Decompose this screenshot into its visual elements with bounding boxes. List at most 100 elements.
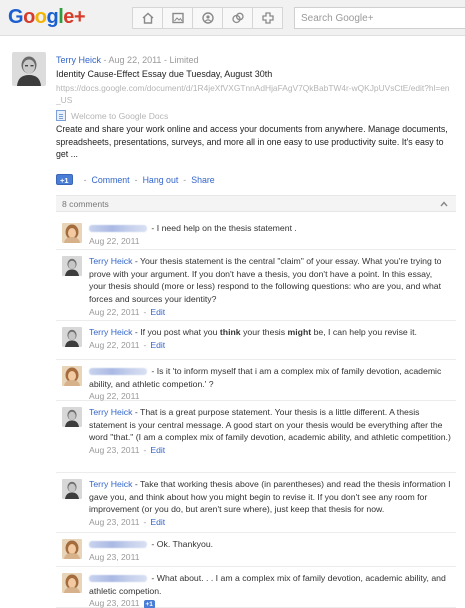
- google-plus-logo[interactable]: Google+: [8, 6, 86, 29]
- post-date[interactable]: Aug 22, 2011: [109, 55, 162, 65]
- edit-comment-link[interactable]: Edit: [150, 340, 165, 350]
- comment-dash: -: [134, 256, 138, 266]
- search-input[interactable]: [294, 7, 465, 29]
- post-title: Identity Cause-Effect Essay due Tuesday,…: [56, 69, 273, 79]
- redacted-author-name[interactable]: [89, 225, 147, 233]
- student-avatar[interactable]: [62, 539, 82, 559]
- comment-body: Terry Heick - If you post what you think…: [89, 326, 451, 351]
- comment-item: - I need help on the thesis statement . A…: [56, 217, 456, 250]
- comment-dash: -: [151, 366, 155, 376]
- comment-text-part: your thesis: [240, 327, 288, 337]
- comment-dash: -: [134, 327, 138, 337]
- plus-one-button[interactable]: +1: [56, 174, 73, 185]
- comment-meta: Aug 23, 2011- Edit: [89, 444, 451, 457]
- comment-item: - Is it 'to inform myself that i am a co…: [56, 360, 456, 401]
- comment-date[interactable]: Aug 22, 2011: [89, 340, 140, 350]
- comment-body: - Is it 'to inform myself that i am a co…: [89, 365, 451, 403]
- teacher-avatar[interactable]: [62, 327, 82, 347]
- edit-comment-link[interactable]: Edit: [150, 517, 165, 527]
- circles-button[interactable]: [222, 7, 253, 29]
- comment-date[interactable]: Aug 23, 2011: [89, 598, 140, 608]
- student-avatar[interactable]: [62, 573, 82, 593]
- teacher-avatar[interactable]: [62, 479, 82, 499]
- comment-dash: -: [151, 573, 155, 583]
- comment-text: I need help on the thesis statement .: [156, 223, 297, 233]
- comment-meta-dash: -: [143, 306, 147, 317]
- comment-item: - Ok. Thankyou. Aug 23, 2011: [56, 533, 456, 567]
- collapse-comments-icon[interactable]: [440, 200, 448, 208]
- comment-link[interactable]: Comment: [92, 175, 130, 185]
- comment-text-part: think: [219, 327, 241, 337]
- comment-meta-dash: -: [143, 517, 147, 528]
- redacted-author-name[interactable]: [89, 575, 147, 583]
- comment-text-part: might: [287, 327, 312, 337]
- author-avatar[interactable]: [12, 52, 46, 86]
- edit-comment-link[interactable]: Edit: [150, 445, 165, 455]
- attached-doc-description: Create and share your work online and ac…: [56, 124, 448, 160]
- comment-dash: -: [134, 407, 138, 417]
- home-button[interactable]: [132, 7, 163, 29]
- games-button[interactable]: [252, 7, 283, 29]
- comment-author-link[interactable]: Terry Heick: [89, 479, 132, 489]
- comment-dash: -: [151, 223, 155, 233]
- student-avatar[interactable]: [62, 223, 82, 243]
- comment-text: Your thesis statement is the central "cl…: [89, 256, 442, 305]
- comment-text: Ok. Thankyou.: [156, 539, 214, 549]
- student-avatar[interactable]: [62, 366, 82, 386]
- comment-body: - I need help on the thesis statement . A…: [89, 222, 451, 247]
- comment-dash: -: [134, 479, 138, 489]
- comment-date[interactable]: Aug 23, 2011: [89, 445, 140, 455]
- comment-text: Take that working thesis above (in paren…: [89, 479, 451, 515]
- teacher-avatar[interactable]: [62, 407, 82, 427]
- post-actions: +1 - Comment - Hang out - Share: [56, 174, 215, 185]
- redacted-author-name[interactable]: [89, 541, 147, 549]
- attached-doc-title[interactable]: Welcome to Google Docs: [71, 111, 168, 121]
- photos-icon: [171, 12, 184, 24]
- redacted-author-name[interactable]: [89, 368, 147, 376]
- attached-doc[interactable]: Welcome to Google Docs: [56, 110, 168, 121]
- comment-text: That is a great purpose statement. Your …: [89, 407, 451, 443]
- photos-button[interactable]: [162, 7, 193, 29]
- teacher-avatar[interactable]: [62, 256, 82, 276]
- post-header-dash-2: -: [163, 55, 167, 65]
- post-url-link[interactable]: https://docs.google.com/document/d/1R4je…: [56, 82, 451, 106]
- document-icon: [56, 110, 66, 121]
- comment-author-link[interactable]: Terry Heick: [89, 407, 132, 417]
- logo-letter: e: [63, 6, 74, 28]
- comments-header[interactable]: 8 comments: [56, 195, 456, 212]
- share-link[interactable]: Share: [191, 175, 214, 185]
- action-separator: -: [83, 174, 87, 185]
- comment-date[interactable]: Aug 23, 2011: [89, 552, 140, 562]
- comment-item: Terry Heick - Take that working thesis a…: [56, 473, 456, 533]
- comment-meta: Aug 22, 2011- Edit: [89, 339, 451, 352]
- circles-icon: [231, 12, 244, 24]
- home-icon: [142, 12, 153, 24]
- comment-meta-dash: -: [143, 339, 147, 350]
- comment-meta: Aug 23, 2011 +1: [89, 597, 451, 608]
- comment-date[interactable]: Aug 22, 2011: [89, 391, 140, 401]
- comment-text-part: If you post what you: [140, 327, 220, 337]
- post-author-link[interactable]: Terry Heick: [56, 55, 101, 65]
- post-visibility[interactable]: Limited: [169, 55, 198, 65]
- games-icon: [261, 12, 274, 24]
- comment-plus-one-button[interactable]: +1: [143, 599, 155, 608]
- hangout-link[interactable]: Hang out: [143, 175, 179, 185]
- comment-dash: -: [151, 539, 155, 549]
- comment-item: Terry Heick - If you post what you think…: [56, 321, 456, 360]
- comment-date[interactable]: Aug 22, 2011: [89, 236, 140, 246]
- comment-text-part: be, I can help you revise it.: [311, 327, 417, 337]
- profile-icon: [201, 12, 214, 24]
- comment-item: - What about. . . I am a complex mix of …: [56, 567, 456, 608]
- comment-date[interactable]: Aug 23, 2011: [89, 517, 140, 527]
- comment-author-link[interactable]: Terry Heick: [89, 327, 132, 337]
- profile-button[interactable]: [192, 7, 223, 29]
- action-separator: -: [183, 174, 187, 185]
- logo-letter: G: [8, 6, 24, 28]
- edit-comment-link[interactable]: Edit: [150, 307, 165, 317]
- post-header-dash: -: [103, 55, 107, 65]
- comment-date[interactable]: Aug 22, 2011: [89, 307, 140, 317]
- comment-author-link[interactable]: Terry Heick: [89, 256, 132, 266]
- comment-meta: Aug 22, 2011: [89, 235, 451, 248]
- logo-letter: g: [46, 6, 59, 28]
- comment-body: Terry Heick - Your thesis statement is t…: [89, 255, 451, 319]
